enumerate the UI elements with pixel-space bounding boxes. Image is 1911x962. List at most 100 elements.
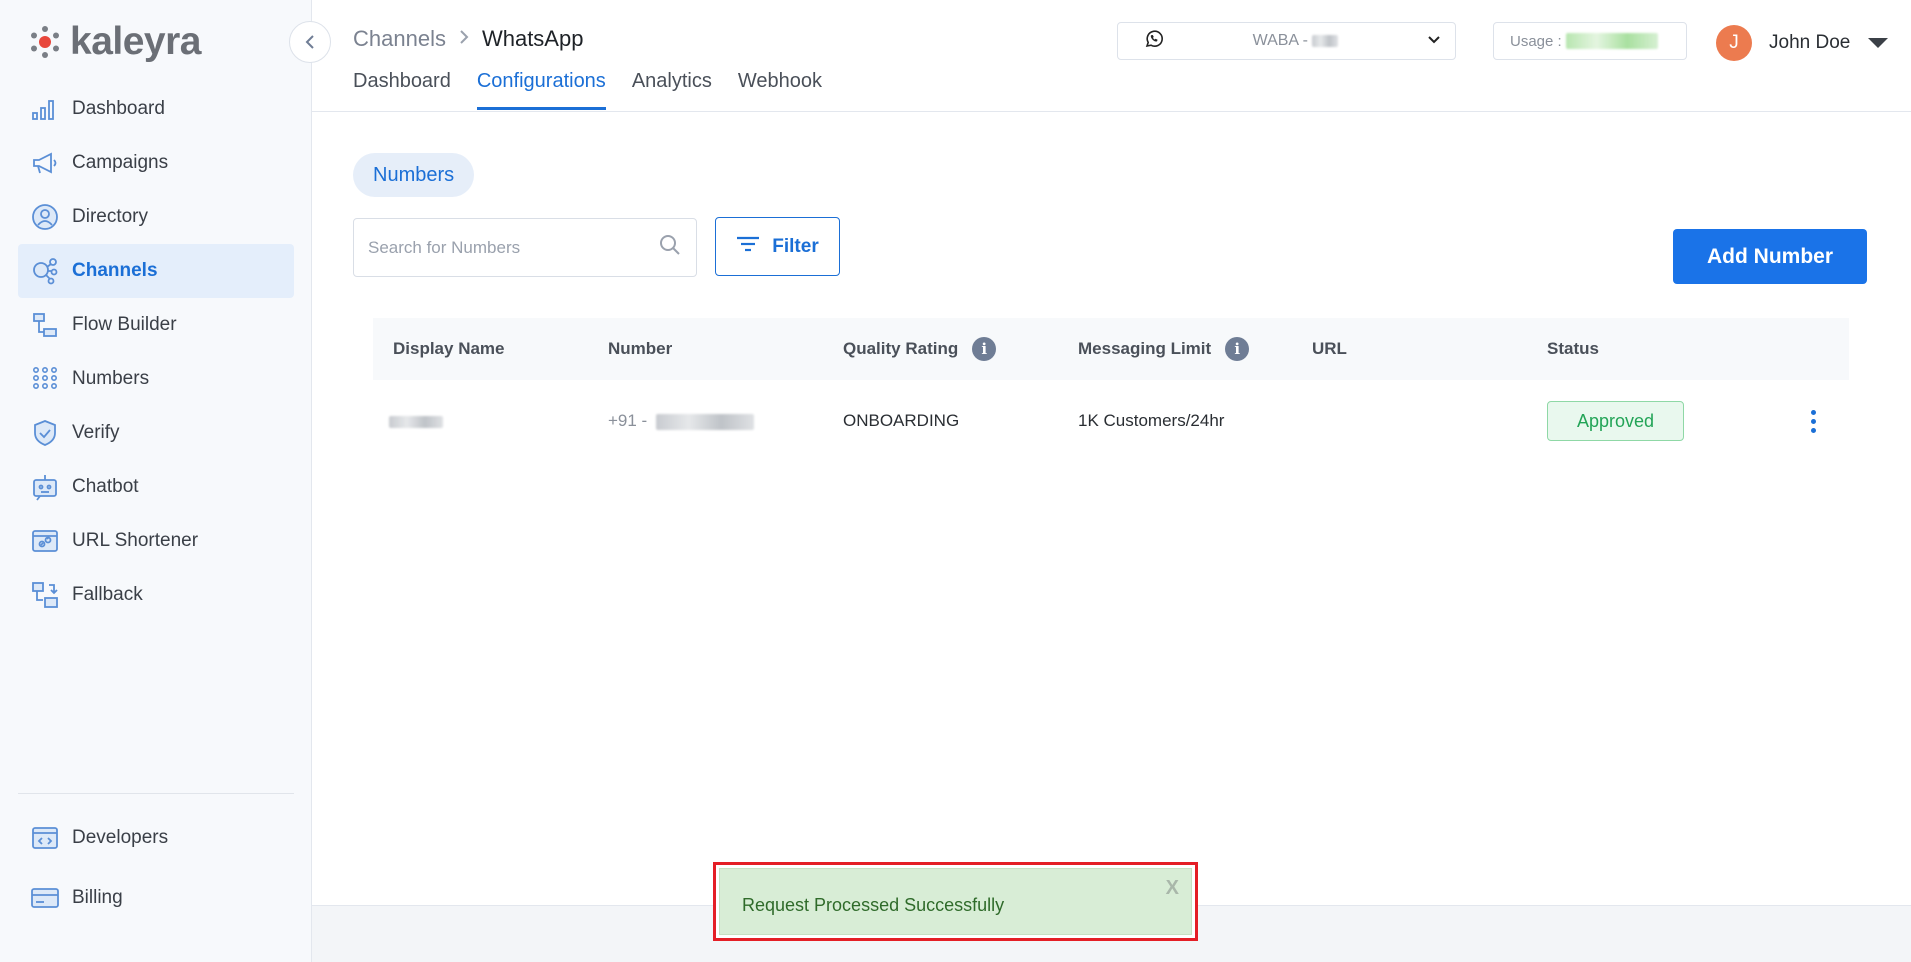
usage-indicator: Usage : <box>1493 22 1687 60</box>
section-pill-numbers[interactable]: Numbers <box>353 153 475 197</box>
cell-display-name <box>373 411 608 431</box>
search-field[interactable] <box>353 218 697 277</box>
redacted-phone-number <box>655 413 754 430</box>
waba-account-select[interactable]: WABA - <box>1117 22 1456 60</box>
sidebar-collapse-button[interactable] <box>289 21 331 63</box>
sidebar-bottom-nav: Developers Billing <box>18 808 294 928</box>
numbers-table: Display Name Number Quality Rating i Mes… <box>373 318 1849 462</box>
shield-check-icon <box>30 418 60 448</box>
code-icon <box>30 823 60 853</box>
sidebar-item-flow-builder[interactable]: Flow Builder <box>18 298 294 352</box>
user-circle-icon <box>30 202 60 232</box>
link-icon <box>30 526 60 556</box>
add-number-button[interactable]: Add Number <box>1673 229 1867 284</box>
filter-label: Filter <box>772 235 819 257</box>
sidebar-item-fallback[interactable]: Fallback <box>18 568 294 622</box>
redacted-display-name <box>389 415 443 428</box>
info-icon[interactable]: i <box>972 337 997 361</box>
main-content: Numbers Filter Add Number Display Name N… <box>312 113 1911 905</box>
tab-configurations[interactable]: Configurations <box>476 70 606 110</box>
toast-message: Request Processed Successfully <box>742 895 1005 915</box>
toast-close-button[interactable]: X <box>1166 877 1179 900</box>
tab-analytics[interactable]: Analytics <box>632 70 712 110</box>
robot-icon <box>30 472 60 502</box>
sidebar-item-label: Chatbot <box>72 476 139 497</box>
column-header-label: Messaging Limit <box>1078 339 1212 358</box>
column-header-number: Number <box>608 339 673 358</box>
more-actions-icon[interactable] <box>1801 406 1826 437</box>
user-menu[interactable]: J John Doe <box>1716 25 1889 61</box>
avatar: J <box>1716 25 1752 61</box>
tab-dashboard[interactable]: Dashboard <box>353 70 451 110</box>
table-header: Display Name Number Quality Rating i Mes… <box>373 318 1849 380</box>
fallback-icon <box>30 580 60 610</box>
tab-webhook[interactable]: Webhook <box>738 70 822 110</box>
table-row: +91 - ONBOARDING 1K Customers/24hr Appro… <box>373 380 1849 462</box>
chevron-down-icon <box>1427 32 1441 50</box>
sidebar-item-label: Numbers <box>72 368 150 389</box>
tab-bar: Dashboard Configurations Analytics Webho… <box>353 70 848 110</box>
breadcrumb: Channels WhatsApp <box>353 26 583 52</box>
sidebar-item-developers[interactable]: Developers <box>18 808 294 868</box>
waba-prefix: WABA - <box>1252 32 1308 49</box>
sidebar-item-url-shortener[interactable]: URL Shortener <box>18 514 294 568</box>
sidebar-item-chatbot[interactable]: Chatbot <box>18 460 294 514</box>
search-icon <box>658 233 682 262</box>
chevron-right-icon <box>458 28 470 51</box>
number-prefix: +91 - <box>608 411 648 430</box>
sidebar-item-label: Flow Builder <box>72 314 177 335</box>
sidebar-item-channels[interactable]: Channels <box>18 244 294 298</box>
cell-status: Approved <box>1547 401 1777 441</box>
brand-name: kaleyra <box>70 20 201 63</box>
dialpad-icon <box>30 364 60 394</box>
sidebar-divider <box>18 793 294 794</box>
channels-icon <box>30 256 60 286</box>
column-header-quality-rating: Quality Rating i <box>843 337 1078 361</box>
sidebar-item-label: Channels <box>72 260 158 281</box>
usage-label: Usage : <box>1510 32 1562 50</box>
success-toast: Request Processed Successfully X <box>713 862 1198 941</box>
column-header-status: Status <box>1547 339 1599 358</box>
column-header-label: Quality Rating <box>843 339 959 358</box>
sidebar-item-label: Developers <box>72 827 169 848</box>
whatsapp-icon <box>1144 29 1164 54</box>
sidebar-item-numbers[interactable]: Numbers <box>18 352 294 406</box>
waba-account-value: WABA - <box>1164 32 1427 50</box>
column-header-url: URL <box>1312 339 1347 358</box>
bar-chart-icon <box>30 94 60 124</box>
redacted-usage-value <box>1565 33 1658 49</box>
sidebar-item-label: Directory <box>72 206 149 227</box>
page-title: WhatsApp <box>481 26 584 51</box>
cell-messaging-limit: 1K Customers/24hr <box>1078 411 1225 430</box>
sidebar-item-dashboard[interactable]: Dashboard <box>18 82 294 136</box>
kaleyra-logo[interactable]: kaleyra <box>30 20 201 64</box>
sidebar-item-directory[interactable]: Directory <box>18 190 294 244</box>
cell-actions <box>1777 406 1849 437</box>
toast-body: Request Processed Successfully X <box>719 868 1192 935</box>
cell-quality-rating: ONBOARDING <box>843 411 960 430</box>
status-badge: Approved <box>1547 401 1684 441</box>
sidebar-nav: Dashboard Campaigns Directory Channels F… <box>18 82 294 622</box>
sidebar-item-label: Campaigns <box>72 152 169 173</box>
megaphone-icon <box>30 148 60 178</box>
sidebar-item-label: Billing <box>72 887 123 908</box>
credit-card-icon <box>30 883 60 913</box>
cell-number: +91 - <box>608 411 843 431</box>
sidebar-item-label: Verify <box>72 422 120 443</box>
flow-icon <box>30 310 60 340</box>
breadcrumb-parent-link[interactable]: Channels <box>353 26 446 52</box>
top-header: Channels WhatsApp Dashboard Configuratio… <box>312 0 1911 112</box>
filter-icon <box>736 235 760 259</box>
filter-button[interactable]: Filter <box>715 217 840 276</box>
info-icon[interactable]: i <box>1225 337 1250 361</box>
sidebar-item-label: URL Shortener <box>72 530 199 551</box>
sidebar-item-label: Dashboard <box>72 98 165 119</box>
sidebar-item-campaigns[interactable]: Campaigns <box>18 136 294 190</box>
user-name: John Doe <box>1769 32 1851 53</box>
column-header-display-name: Display Name <box>393 339 505 358</box>
sidebar-item-billing[interactable]: Billing <box>18 868 294 928</box>
search-input[interactable] <box>368 237 658 258</box>
sidebar: kaleyra Dashboard Campaigns Directory Ch… <box>0 0 312 962</box>
sidebar-item-verify[interactable]: Verify <box>18 406 294 460</box>
column-header-messaging-limit: Messaging Limit i <box>1078 337 1312 361</box>
